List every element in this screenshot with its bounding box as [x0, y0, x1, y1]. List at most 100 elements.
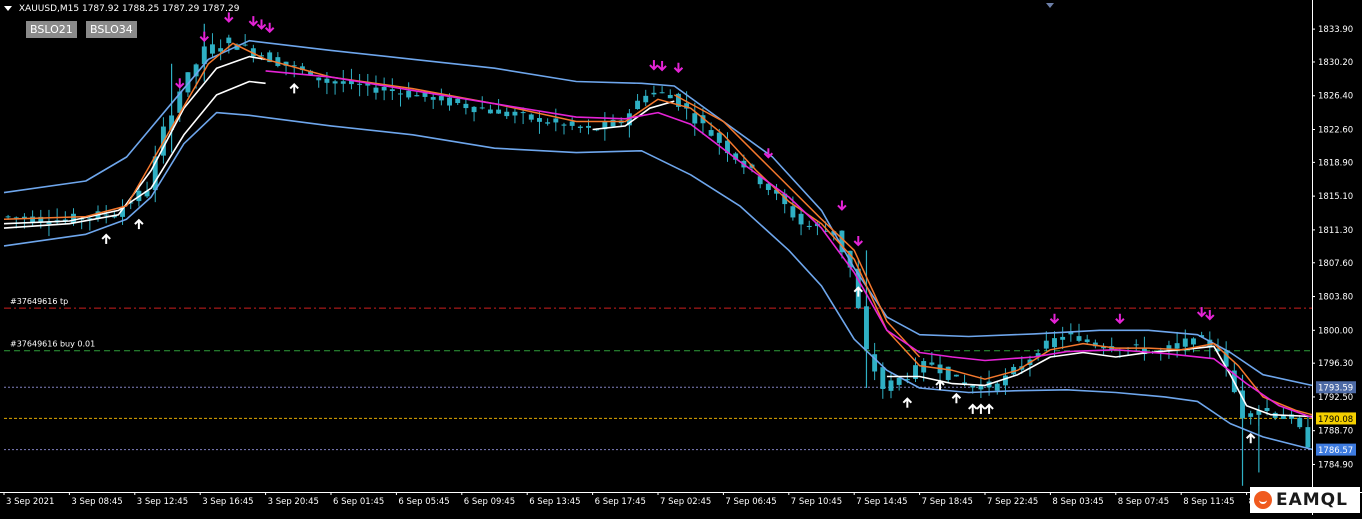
- x-tick-label: 8 Sep 03:45: [1052, 497, 1103, 507]
- candle-body: [643, 95, 649, 103]
- price-axis-border: [1312, 0, 1313, 515]
- sell-arrow-icon: [199, 31, 209, 43]
- candle-body: [332, 81, 338, 84]
- candle-body: [545, 122, 551, 124]
- candle-body: [806, 225, 812, 228]
- x-tick-label: 3 Sep 08:45: [71, 497, 122, 507]
- candle-body: [389, 89, 395, 92]
- x-tick-label: 7 Sep 18:45: [922, 497, 973, 507]
- sell-arrow-icon: [853, 236, 863, 247]
- candle-body: [716, 132, 722, 143]
- candle-body: [1297, 417, 1303, 428]
- y-tick-label: 1826.40: [1318, 92, 1353, 102]
- y-tick-label: 1815.10: [1318, 192, 1353, 202]
- candle-body: [357, 83, 363, 85]
- sell-arrow-icon: [649, 60, 659, 71]
- buy-arrow-icon: [951, 392, 962, 404]
- candle-body: [528, 114, 534, 120]
- time-axis-border: [0, 492, 1362, 493]
- level-label-buy: #37649616 buy 0.01: [10, 340, 95, 349]
- x-tick-label: 6 Sep 01:45: [333, 497, 384, 507]
- buy-arrow-icon: [1245, 432, 1256, 444]
- chart-area[interactable]: #37649616 tp #37649616 buy 0.01 1793.59 179…: [0, 0, 1362, 515]
- eamql-logo: EAMQL: [1250, 487, 1360, 513]
- bslo21-button[interactable]: BSLO21: [26, 21, 77, 38]
- symbol-label: XAUUSD,M15: [18, 4, 80, 14]
- candle-body: [471, 106, 477, 113]
- candle-body: [970, 385, 976, 388]
- chart-header: XAUUSD,M15 1787.92 1788.25 1787.29 1787.…: [4, 4, 239, 14]
- y-tick-label: 1788.70: [1318, 427, 1353, 437]
- candle-body: [651, 92, 657, 95]
- sell-arrow-icon: [1205, 310, 1215, 321]
- candle-body: [447, 97, 452, 106]
- candle-body: [1182, 338, 1188, 347]
- candle-body: [896, 377, 902, 385]
- x-tick-label: 7 Sep 06:45: [725, 497, 776, 507]
- y-tick-label: 1784.90: [1318, 460, 1353, 470]
- buy-arrow-icon: [976, 403, 986, 414]
- candle-body: [945, 366, 951, 380]
- buy-arrow-icon: [101, 233, 111, 244]
- candle-body: [512, 111, 518, 116]
- candle-body: [242, 44, 248, 46]
- x-tick-label: 3 Sep 16:45: [202, 497, 253, 507]
- series-line-band-1: [3, 111, 1313, 451]
- candle-body: [340, 81, 346, 84]
- sell-arrow-icon: [673, 62, 684, 74]
- candle-body: [659, 92, 665, 94]
- candle-body: [1264, 408, 1270, 411]
- series-line-white-3: [3, 80, 266, 225]
- candle-body: [496, 109, 502, 114]
- sell-arrow-icon: [264, 22, 275, 34]
- candle-body: [1002, 375, 1008, 386]
- candle-body: [438, 96, 444, 101]
- candle-body: [692, 113, 698, 124]
- series-line-band-0: [3, 39, 1313, 387]
- candle-body: [226, 37, 232, 44]
- ohlc-values: 1787.92 1788.25 1787.29 1787.29: [81, 4, 240, 14]
- y-tick-label: 1792.50: [1318, 393, 1353, 403]
- x-tick-label: 3 Sep 12:45: [137, 497, 188, 507]
- bslo34-button[interactable]: BSLO34: [86, 21, 137, 38]
- candle-body: [430, 97, 436, 100]
- candle-body: [586, 125, 591, 128]
- candle-body: [218, 48, 224, 52]
- candle-body: [324, 78, 330, 83]
- x-tick-label: 8 Sep 11:45: [1183, 497, 1234, 507]
- price-badge-blue_lower: 1786.57: [1318, 446, 1353, 456]
- sell-arrow-icon: [657, 60, 667, 72]
- logo-text: EAMQL: [1276, 490, 1348, 510]
- candle-body: [1174, 343, 1180, 349]
- candle-body: [5, 216, 11, 218]
- y-tick-label: 1818.90: [1318, 158, 1353, 168]
- sell-arrow-icon: [256, 19, 267, 30]
- buy-arrow-icon: [134, 218, 144, 230]
- candle-body: [316, 77, 322, 81]
- scroll-shift-icon: [1046, 3, 1054, 8]
- x-tick-label: 7 Sep 10:45: [791, 497, 842, 507]
- candle-body: [373, 87, 379, 93]
- sell-arrow-icon: [248, 16, 259, 27]
- sell-arrow-icon: [175, 78, 185, 89]
- dropdown-triangle-icon[interactable]: [4, 6, 12, 11]
- candle-body: [798, 213, 804, 225]
- y-tick-label: 1830.20: [1318, 58, 1353, 68]
- series-line-white-2: [3, 55, 266, 229]
- candle-body: [414, 95, 420, 97]
- candle-body: [953, 374, 959, 377]
- y-tick-label: 1803.80: [1318, 293, 1353, 303]
- candle-body: [103, 214, 109, 216]
- candle-body: [929, 362, 935, 365]
- candle-body: [406, 90, 412, 98]
- x-tick-label: 3 Sep 20:45: [268, 497, 319, 507]
- candle-body: [210, 44, 215, 54]
- candle-body: [569, 121, 575, 126]
- candle-body: [1248, 413, 1254, 417]
- candle-body: [1305, 427, 1311, 448]
- y-tick-label: 1822.60: [1318, 126, 1353, 136]
- level-label-tp: #37649616 tp: [10, 297, 68, 306]
- x-tick-label: 6 Sep 05:45: [398, 497, 449, 507]
- x-tick-label: 7 Sep 02:45: [660, 497, 711, 507]
- buy-arrow-icon: [984, 403, 994, 414]
